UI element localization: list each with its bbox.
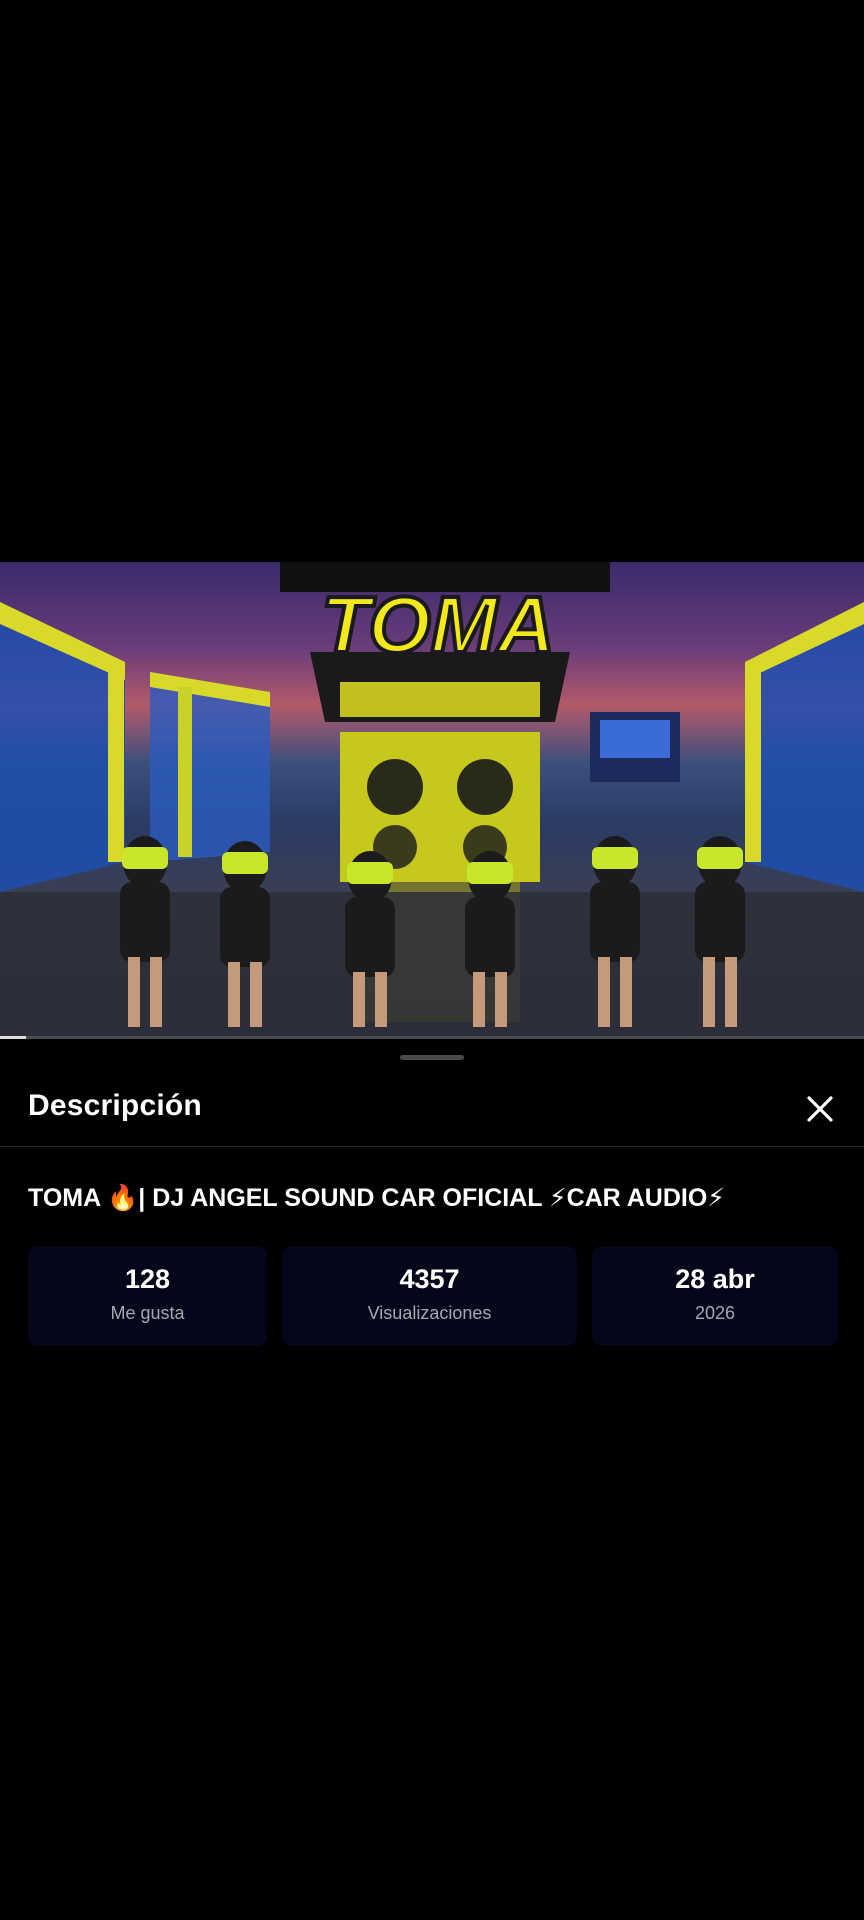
video-player[interactable]: TOMA (0, 0, 864, 1039)
header-divider (0, 1146, 864, 1147)
views-label: Visualizaciones (367, 1303, 492, 1323)
likes-count: 128 (124, 1264, 171, 1294)
thumbnail-artwork: TOMA (0, 562, 864, 1039)
video-thumbnail[interactable]: TOMA (0, 562, 864, 1039)
close-button[interactable] (800, 1089, 840, 1129)
upload-date: 28 abr (675, 1264, 755, 1294)
stats-row: 128 Me gusta 4357 Visualizaciones 28 abr… (28, 1246, 838, 1346)
likes-label: Me gusta (110, 1303, 185, 1323)
views-count: 4357 (399, 1264, 460, 1294)
drag-handle[interactable] (400, 1055, 464, 1060)
upload-year: 2026 (694, 1303, 736, 1323)
sheet-title: Descripción (28, 1089, 202, 1122)
video-title: TOMA 🔥| DJ ANGEL SOUND CAR OFICIAL ⚡CAR … (28, 1184, 725, 1212)
likes-stat: 128 Me gusta (28, 1246, 267, 1346)
thumbnail-logo-text: TOMA (321, 580, 555, 669)
description-sheet: Descripción TOMA 🔥| DJ ANGEL SOUND CAR O… (0, 1039, 864, 1920)
views-stat: 4357 Visualizaciones (282, 1246, 577, 1346)
sheet-header: Descripción (0, 1069, 864, 1145)
date-stat: 28 abr 2026 (592, 1246, 838, 1346)
close-icon (807, 1096, 833, 1122)
